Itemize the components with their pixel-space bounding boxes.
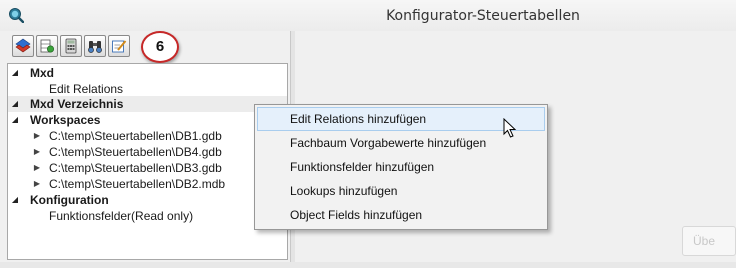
app-window: Konfigurator-Steuertabellen 6 ◢ Mxd Edit… (0, 0, 736, 268)
calculator-icon (65, 38, 77, 54)
edit-form-button[interactable] (108, 35, 130, 57)
layers-icon (15, 38, 31, 53)
tree-node-db1[interactable]: ▶ C:\temp\Steuertabellen\DB1.gdb (8, 128, 287, 144)
expand-arrow-icon[interactable]: ◢ (10, 112, 20, 128)
apply-button[interactable]: Übe (682, 226, 736, 256)
tree-node-db3[interactable]: ▶ C:\temp\Steuertabellen\DB3.gdb (8, 160, 287, 176)
window-bottom-edge (0, 262, 736, 268)
tree-node-label: Workspaces (30, 113, 101, 127)
tree-node-mxd[interactable]: ◢ Mxd (8, 65, 287, 81)
calculator-button[interactable] (60, 35, 82, 57)
tree-node-mxd-verzeichnis[interactable]: ◢ Mxd Verzeichnis (8, 96, 287, 112)
tree-node-label: Mxd (30, 66, 54, 80)
tree-view[interactable]: ◢ Mxd Edit Relations ◢ Mxd Verzeichnis ◢… (7, 63, 288, 260)
tree-node-label: C:\temp\Steuertabellen\DB3.gdb (49, 161, 222, 175)
collapse-arrow-icon[interactable]: ▶ (32, 128, 42, 144)
tree-node-db2[interactable]: ▶ C:\temp\Steuertabellen\DB2.mdb (8, 176, 287, 192)
tree-node-label: Konfiguration (30, 193, 109, 207)
binoculars-button[interactable] (84, 35, 106, 57)
menu-item-fachbaum-vorgabewerte[interactable]: Fachbaum Vorgabewerte hinzufügen (257, 131, 545, 155)
menu-item-funktionsfelder[interactable]: Funktionsfelder hinzufügen (257, 155, 545, 179)
menu-item-edit-relations[interactable]: Edit Relations hinzufügen (257, 107, 545, 131)
table-settings-button[interactable] (36, 35, 58, 57)
tree-node-label: Funktionsfelder(Read only) (49, 209, 194, 223)
tree-node-label: C:\temp\Steuertabellen\DB2.mdb (49, 177, 226, 191)
mouse-cursor-icon (503, 118, 517, 138)
tree-node-workspaces[interactable]: ◢ Workspaces (8, 112, 287, 128)
menu-item-object-fields[interactable]: Object Fields hinzufügen (257, 203, 545, 227)
collapse-arrow-icon[interactable]: ▶ (32, 144, 42, 160)
tree-node-label: Edit Relations (49, 82, 124, 96)
tree-node-label: C:\temp\Steuertabellen\DB1.gdb (49, 129, 222, 143)
binoculars-icon (88, 41, 102, 53)
expand-arrow-icon[interactable]: ◢ (10, 96, 20, 112)
window-title: Konfigurator-Steuertabellen (386, 8, 580, 24)
menu-item-lookups[interactable]: Lookups hinzufügen (257, 179, 545, 203)
tree-node-konfiguration[interactable]: ◢ Konfiguration (8, 192, 287, 208)
title-bar: Konfigurator-Steuertabellen (0, 0, 736, 31)
expand-arrow-icon[interactable]: ◢ (10, 65, 20, 81)
layers-button[interactable] (12, 35, 34, 57)
edit-form-icon (112, 40, 127, 53)
tree-node-label: Mxd Verzeichnis (30, 97, 124, 111)
step-number-badge: 6 (141, 31, 179, 63)
collapse-arrow-icon[interactable]: ▶ (32, 160, 42, 176)
collapse-arrow-icon[interactable]: ▶ (32, 176, 42, 192)
tree-node-db4[interactable]: ▶ C:\temp\Steuertabellen\DB4.gdb (8, 144, 287, 160)
expand-arrow-icon[interactable]: ◢ (10, 192, 20, 208)
tree-node-label: C:\temp\Steuertabellen\DB4.gdb (49, 145, 222, 159)
table-settings-icon (40, 39, 55, 53)
tree-node-edit-relations[interactable]: Edit Relations (8, 81, 287, 97)
tree-node-funktionsfelder[interactable]: Funktionsfelder(Read only) (8, 208, 287, 224)
